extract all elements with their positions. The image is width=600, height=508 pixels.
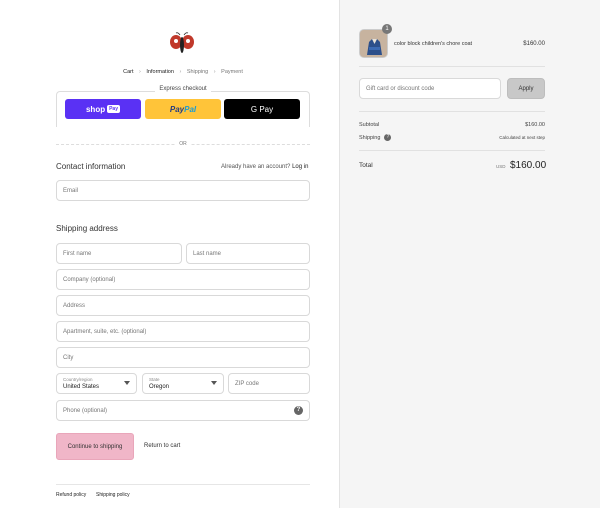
or-separator: OR — [0, 141, 366, 147]
have-account-text: Already have an account? — [221, 164, 291, 170]
login-link[interactable]: Log in — [292, 164, 308, 170]
apply-label: Apply — [518, 85, 534, 92]
city-field[interactable]: City — [56, 347, 310, 368]
last-name-placeholder: Last name — [193, 250, 222, 257]
apply-button[interactable]: Apply — [507, 78, 545, 99]
chevron-down-icon — [124, 381, 130, 385]
chevron-right-icon: › — [179, 69, 182, 75]
apartment-placeholder: Apartment, suite, etc. (optional) — [63, 328, 147, 335]
coat-image — [360, 30, 387, 57]
total-currency: USD — [496, 164, 506, 169]
breadcrumb-shipping: Shipping — [186, 69, 209, 75]
zip-placeholder: ZIP code — [235, 380, 259, 387]
country-value: United States — [63, 383, 100, 390]
country-select[interactable]: Country/region United States — [56, 373, 137, 394]
total-value: $160.00 — [510, 160, 547, 171]
paypal-label-a: Pay — [169, 104, 185, 114]
chevron-right-icon: › — [139, 69, 141, 75]
breadcrumb: Cart › Information › Shipping › Payment — [0, 69, 366, 75]
zip-field[interactable]: ZIP code — [228, 373, 310, 394]
contact-heading: Contact information — [56, 162, 126, 171]
first-name-field[interactable]: First name — [56, 243, 182, 264]
shipping-policy-link[interactable]: Shipping policy — [96, 492, 130, 498]
express-checkout-title: Express checkout — [0, 86, 366, 92]
city-placeholder: City — [63, 354, 74, 361]
shop-pay-label: shop — [85, 104, 106, 114]
total-label: Total — [359, 162, 373, 169]
state-select[interactable]: State Oregon — [142, 373, 224, 394]
shop-pay-tag: Pay — [107, 105, 120, 113]
order-summary-panel — [339, 0, 600, 508]
shipping-label: Shipping — [359, 134, 381, 141]
email-field[interactable]: Email — [56, 180, 310, 201]
first-name-placeholder: First name — [63, 250, 92, 257]
shipping-heading: Shipping address — [56, 224, 118, 233]
breadcrumb-payment: Payment — [221, 69, 243, 75]
breadcrumb-cart[interactable]: Cart — [123, 69, 133, 75]
address-field[interactable]: Address — [56, 295, 310, 316]
continue-to-shipping-button[interactable]: Continue to shipping — [56, 433, 134, 460]
google-pay-label: G Pay — [250, 104, 274, 114]
product-price: $160.00 — [523, 41, 545, 47]
breadcrumb-information: Information — [146, 69, 174, 75]
company-field[interactable]: Company (optional) — [56, 269, 310, 290]
email-placeholder: Email — [63, 187, 79, 194]
paypal-button[interactable]: Pay Pal — [145, 99, 221, 119]
help-icon[interactable]: ? — [294, 406, 303, 415]
subtotal-label: Subtotal — [359, 122, 380, 128]
summary-divider — [359, 66, 545, 67]
discount-code-field[interactable]: Gift card or discount code — [359, 78, 501, 99]
last-name-field[interactable]: Last name — [186, 243, 310, 264]
refund-policy-link[interactable]: Refund policy — [56, 492, 86, 498]
store-logo[interactable] — [168, 30, 196, 58]
paypal-label-b: Pal — [184, 104, 197, 114]
shipping-value: Calculated at next step — [499, 135, 545, 140]
phone-placeholder: Phone (optional) — [63, 407, 108, 414]
product-name: color block children's chore coat — [394, 41, 473, 47]
continue-label: Continue to shipping — [67, 443, 123, 450]
google-pay-button[interactable]: G Pay — [224, 99, 300, 119]
quantity-badge: 1 — [382, 24, 392, 34]
summary-divider — [359, 150, 545, 151]
phone-field[interactable]: Phone (optional) ? — [56, 400, 310, 421]
login-prompt: Already have an account? Log in — [221, 164, 308, 170]
help-icon[interactable]: ? — [384, 134, 392, 141]
chevron-down-icon — [211, 381, 217, 385]
footer-divider — [56, 484, 310, 485]
return-to-cart-link[interactable]: Return to cart — [144, 443, 180, 449]
state-value: Oregon — [149, 383, 170, 390]
chevron-right-icon: › — [213, 69, 216, 75]
company-placeholder: Company (optional) — [63, 276, 116, 283]
discount-placeholder: Gift card or discount code — [366, 85, 435, 92]
shipping-row: Shipping? — [359, 134, 392, 141]
shop-pay-button[interactable]: shop Pay — [65, 99, 141, 119]
summary-divider — [359, 111, 545, 112]
apartment-field[interactable]: Apartment, suite, etc. (optional) — [56, 321, 310, 342]
subtotal-value: $160.00 — [525, 122, 545, 128]
address-placeholder: Address — [63, 302, 86, 309]
